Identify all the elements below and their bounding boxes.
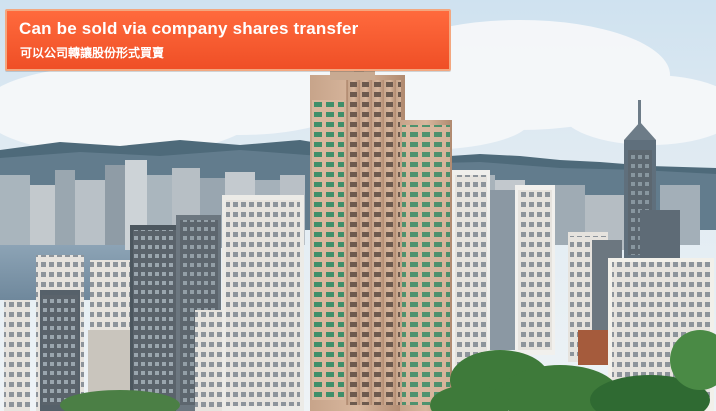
sale-info-banner: Can be sold via company shares transfer … (5, 9, 451, 71)
banner-subtitle: 可以公司轉讓股份形式買賣 (20, 46, 165, 60)
property-photo-frame: Can be sold via company shares transfer … (0, 0, 716, 411)
white-residential-left (222, 195, 304, 411)
banner-title: Can be sold via company shares transfer (19, 19, 359, 38)
